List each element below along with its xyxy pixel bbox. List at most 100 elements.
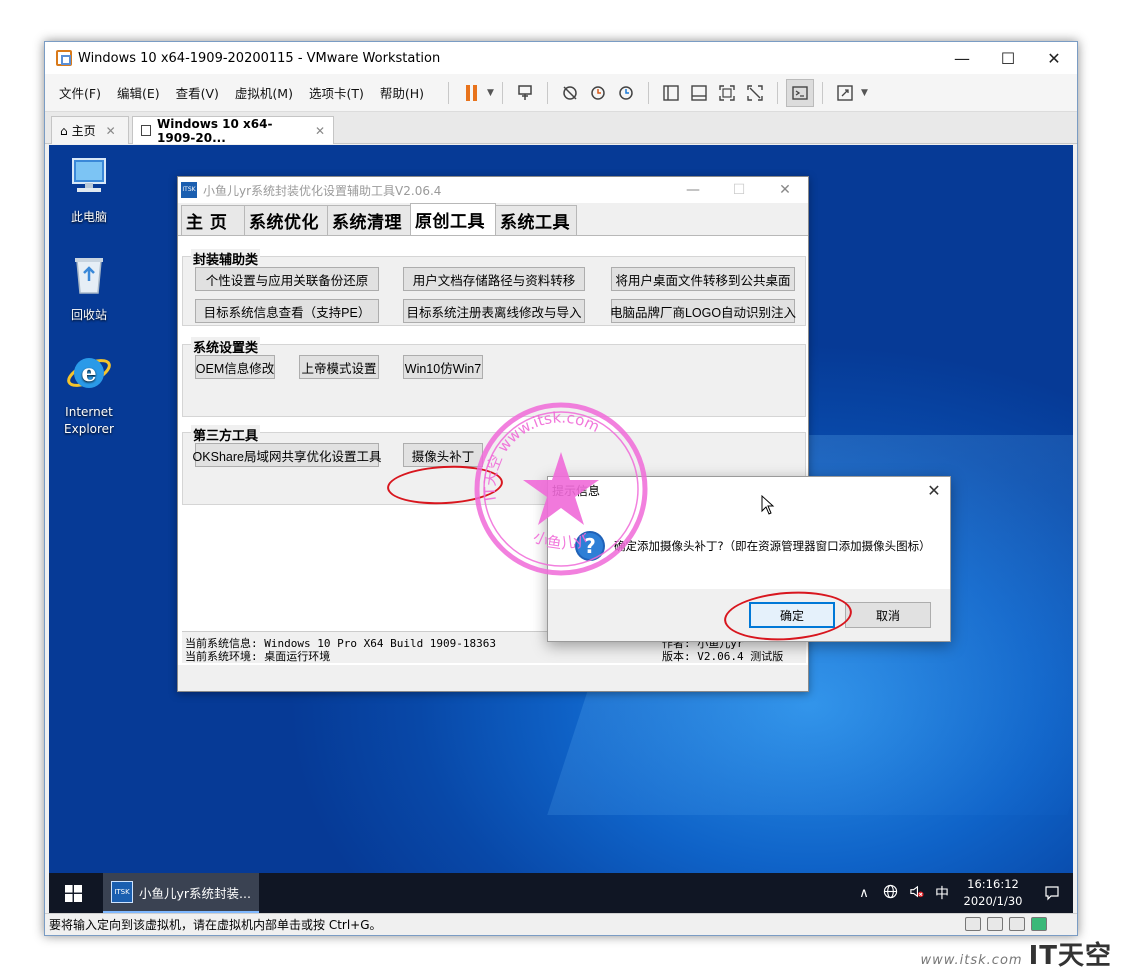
action-center-icon[interactable] bbox=[1031, 873, 1073, 913]
vm-window-title: Windows 10 x64-1909-20200115 - VMware Wo… bbox=[78, 50, 441, 66]
mouse-cursor-icon bbox=[761, 495, 775, 515]
tab-close-icon[interactable]: ✕ bbox=[106, 124, 116, 138]
toolbar-divider bbox=[448, 81, 450, 104]
console-view-icon[interactable] bbox=[785, 78, 814, 107]
computer-icon bbox=[72, 158, 106, 192]
tab-close-icon[interactable]: ✕ bbox=[315, 124, 325, 138]
tool-window-title: 小鱼儿yr系统封装优化设置辅助工具V2.06.4 bbox=[203, 183, 442, 198]
site-watermark: www.itsk.com IT天空 bbox=[920, 935, 1112, 972]
close-button[interactable]: ✕ bbox=[1031, 42, 1077, 74]
toolbar-divider bbox=[776, 81, 778, 104]
dialog-message: 确定添加摄像头补丁?（即在资源管理器窗口添加摄像头图标） bbox=[614, 539, 931, 553]
tool-tabs: 主 页 系统优化 系统清理 原创工具 系统工具 bbox=[181, 203, 577, 235]
dialog-title: 提示信息 bbox=[552, 483, 601, 498]
target-sysinfo-button[interactable]: 目标系统信息查看（支持PE） bbox=[195, 299, 379, 323]
thumbnail-view-icon[interactable] bbox=[685, 79, 713, 107]
guest-desktop[interactable]: 此电脑 回收站 e Internet Explorer ITSK 小鱼儿yr系统… bbox=[49, 145, 1073, 913]
ime-indicator[interactable]: 中 bbox=[931, 883, 953, 903]
tab-home-page[interactable]: 主 页 bbox=[181, 205, 245, 235]
pause-icon[interactable] bbox=[457, 79, 485, 107]
tool-titlebar: ITSK 小鱼儿yr系统封装优化设置辅助工具V2.06.4 — ☐ ✕ bbox=[178, 177, 808, 203]
fullscreen-icon[interactable] bbox=[713, 79, 741, 107]
tab-home-label: 主页 bbox=[71, 124, 96, 138]
tab-home[interactable]: ⌂ 主页 ✕ bbox=[51, 116, 129, 144]
vmware-logo-icon bbox=[56, 50, 72, 66]
backup-restore-button[interactable]: 个性设置与应用关联备份还原 bbox=[195, 267, 379, 291]
network-status-icon[interactable] bbox=[1009, 917, 1025, 931]
stretch-guest-icon[interactable] bbox=[831, 79, 859, 107]
vm-tabbar: ⌂ 主页 ✕ Windows 10 x64-1909-20... ✕ bbox=[45, 112, 1077, 145]
desktop-icon-label: 此电脑 bbox=[70, 210, 107, 224]
dialog-titlebar: 提示信息 ✕ bbox=[548, 477, 950, 503]
oem-info-button[interactable]: OEM信息修改 bbox=[195, 355, 275, 379]
pause-dropdown-icon[interactable]: ▼ bbox=[487, 88, 494, 98]
tab-vm-label: Windows 10 x64-1909-20... bbox=[157, 116, 273, 145]
vm-menubar: 文件(F) 编辑(E) 查看(V) 虚拟机(M) 选项卡(T) 帮助(H) ▼ bbox=[45, 74, 1077, 112]
minimize-button[interactable]: — bbox=[939, 42, 985, 74]
version-text: 版本: V2.06.4 测试版 bbox=[662, 650, 784, 663]
toolbar-divider bbox=[821, 81, 823, 104]
snapshot-manager-icon[interactable] bbox=[612, 79, 640, 107]
clock-date: 2020/1/30 bbox=[963, 894, 1023, 908]
unity-mode-icon[interactable] bbox=[741, 79, 769, 107]
tool-app-icon: ITSK bbox=[111, 881, 133, 903]
tab-vm[interactable]: Windows 10 x64-1909-20... ✕ bbox=[132, 116, 334, 145]
tab-original-tools[interactable]: 原创工具 bbox=[410, 203, 496, 235]
chevron-up-icon[interactable]: ∧ bbox=[853, 886, 875, 901]
oem-logo-inject-button[interactable]: 电脑品牌厂商LOGO自动识别注入 bbox=[610, 299, 796, 323]
desktop-icon-recycle-bin[interactable]: 回收站 bbox=[49, 251, 129, 323]
dialog-close-button[interactable]: ✕ bbox=[918, 477, 950, 503]
group-packaging-label: 封装辅助类 bbox=[191, 249, 261, 268]
okshare-button[interactable]: OKShare局域网共享优化设置工具 bbox=[193, 443, 381, 467]
cancel-button[interactable]: 取消 bbox=[845, 602, 931, 628]
message-status-icon[interactable] bbox=[1031, 917, 1047, 931]
watermark-brand: IT天空 bbox=[1028, 941, 1112, 971]
tool-maximize-button[interactable]: ☐ bbox=[716, 177, 762, 203]
taskbar-clock[interactable]: 16:16:12 2020/1/30 bbox=[955, 876, 1031, 910]
tab-system-clean[interactable]: 系统清理 bbox=[327, 205, 411, 235]
offline-registry-button[interactable]: 目标系统注册表离线修改与导入 bbox=[403, 299, 585, 323]
desktop-icon-label: 回收站 bbox=[70, 308, 107, 322]
library-view-icon[interactable] bbox=[657, 79, 685, 107]
menu-tabs[interactable]: 选项卡(T) bbox=[309, 83, 364, 102]
tool-minimize-button[interactable]: — bbox=[670, 177, 716, 203]
network-globe-icon[interactable] bbox=[879, 884, 901, 903]
snapshot-off-icon[interactable] bbox=[556, 79, 584, 107]
toolbar-divider bbox=[501, 81, 503, 104]
sys-env-text: 当前系统环境: 桌面运行环境 bbox=[185, 650, 331, 663]
send-ctrl-alt-del-icon[interactable] bbox=[511, 79, 539, 107]
menu-view[interactable]: 查看(V) bbox=[176, 83, 219, 102]
tool-close-button[interactable]: ✕ bbox=[762, 177, 808, 203]
volume-muted-icon[interactable] bbox=[905, 884, 927, 903]
taskbar-app-tool[interactable]: ITSK 小鱼儿yr系统封装... bbox=[103, 873, 259, 913]
menu-file[interactable]: 文件(F) bbox=[59, 83, 101, 102]
start-button[interactable] bbox=[49, 873, 97, 913]
hdd-status-icon[interactable] bbox=[965, 917, 981, 931]
group-settings-label: 系统设置类 bbox=[191, 337, 261, 356]
stretch-dropdown-icon[interactable]: ▼ bbox=[861, 88, 868, 98]
menu-edit[interactable]: 编辑(E) bbox=[117, 83, 160, 102]
clock-time: 16:16:12 bbox=[967, 877, 1019, 891]
desktop-to-public-button[interactable]: 将用户桌面文件转移到公共桌面 bbox=[611, 267, 795, 291]
win10-like-win7-button[interactable]: Win10仿Win7 bbox=[403, 355, 483, 379]
tab-system-optimize[interactable]: 系统优化 bbox=[244, 205, 328, 235]
toolbar-divider bbox=[546, 81, 548, 104]
user-doc-path-button[interactable]: 用户文档存储路径与资料转移 bbox=[403, 267, 585, 291]
desktop-icon-this-pc[interactable]: 此电脑 bbox=[49, 153, 129, 225]
camera-patch-button[interactable]: 摄像头补丁 bbox=[403, 443, 483, 467]
menu-help[interactable]: 帮助(H) bbox=[380, 83, 424, 102]
tool-app-icon: ITSK bbox=[181, 182, 197, 198]
desktop-icon-internet-explorer[interactable]: e Internet Explorer bbox=[49, 349, 129, 438]
vm-titlebar: Windows 10 x64-1909-20200115 - VMware Wo… bbox=[45, 42, 1077, 74]
snapshot-revert-icon[interactable] bbox=[584, 79, 612, 107]
maximize-button[interactable]: ☐ bbox=[985, 42, 1031, 74]
menu-vm[interactable]: 虚拟机(M) bbox=[235, 83, 293, 102]
question-icon: ? bbox=[575, 531, 605, 561]
god-mode-button[interactable]: 上帝模式设置 bbox=[299, 355, 379, 379]
cdrom-status-icon[interactable] bbox=[987, 917, 1003, 931]
system-tray: ∧ 中 16:16:12 2020/1/30 bbox=[851, 873, 1073, 913]
windows-logo-icon bbox=[64, 884, 82, 902]
taskbar-app-label: 小鱼儿yr系统封装... bbox=[139, 885, 251, 901]
vm-status-text: 要将输入定向到该虚拟机，请在虚拟机内部单击或按 Ctrl+G。 bbox=[49, 918, 382, 932]
tab-system-tools[interactable]: 系统工具 bbox=[495, 205, 577, 235]
